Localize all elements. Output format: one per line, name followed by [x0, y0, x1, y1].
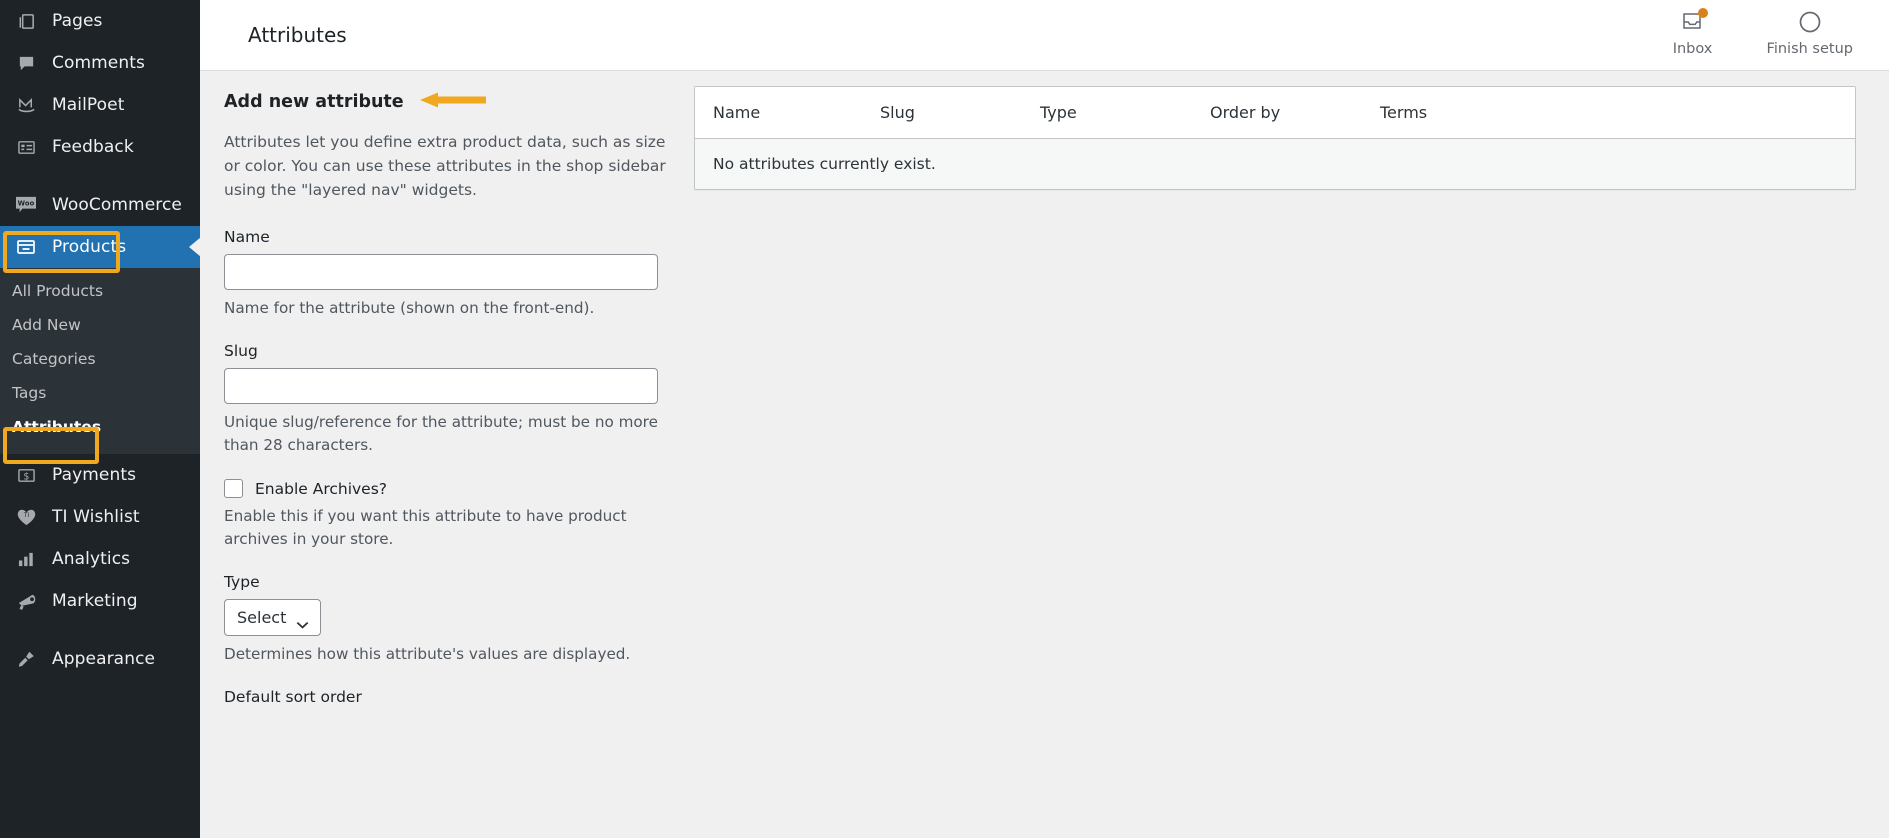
sidebar-item-mailpoet[interactable]: MailPoet	[0, 84, 200, 126]
type-field-label: Type	[224, 573, 260, 591]
sidebar-item-label: WooCommerce	[52, 195, 182, 215]
sidebar-item-label: TI Wishlist	[52, 507, 140, 527]
sidebar-item-label: Analytics	[52, 549, 131, 569]
attributes-table: Name Slug Type Order by Terms No attribu…	[695, 87, 1855, 189]
mailpoet-icon	[12, 94, 40, 116]
column-header-type[interactable]: Type	[1040, 87, 1210, 139]
sidebar-item-appearance[interactable]: Appearance	[0, 638, 200, 680]
chevron-down-icon	[296, 614, 309, 629]
name-input[interactable]	[224, 254, 658, 290]
svg-text:$: $	[23, 471, 29, 482]
sidebar-item-tags[interactable]: Tags	[0, 376, 200, 410]
wishlist-heart-icon: TI	[12, 506, 40, 528]
products-icon	[12, 236, 40, 258]
sidebar-item-comments[interactable]: Comments	[0, 42, 200, 84]
column-header-name[interactable]: Name	[695, 87, 880, 139]
top-bar: Attributes Inbox Finish setup	[200, 0, 1889, 71]
type-select[interactable]: Select	[224, 599, 322, 636]
appearance-brush-icon	[12, 648, 40, 670]
app-root: Pages Comments MailPoet Feedback Woo Woo…	[0, 0, 1889, 838]
inbox-notification-dot	[1697, 7, 1708, 18]
circle-progress-icon	[1796, 8, 1824, 36]
woocommerce-icon: Woo	[12, 194, 40, 216]
sidebar-item-add-new[interactable]: Add New	[0, 308, 200, 342]
column-header-order-by[interactable]: Order by	[1210, 87, 1380, 139]
attributes-table-head: Name Slug Type Order by Terms	[695, 87, 1855, 139]
inbox-button[interactable]: Inbox	[1663, 0, 1723, 57]
table-row-empty: No attributes currently exist.	[695, 138, 1855, 189]
sidebar-divider-gap	[0, 168, 200, 184]
sidebar-item-label: Appearance	[52, 649, 156, 669]
svg-text:TI: TI	[22, 513, 29, 519]
inbox-tray-icon	[1679, 7, 1708, 36]
type-select-value: Select	[237, 608, 287, 627]
enable-archives-help: Enable this if you want this attribute t…	[224, 507, 627, 548]
analytics-icon	[12, 548, 40, 570]
sidebar-item-label: MailPoet	[52, 95, 125, 115]
name-field-label: Name	[224, 228, 270, 246]
sidebar-item-label: Feedback	[52, 137, 134, 157]
type-field-help: Determines how this attribute's values a…	[224, 645, 631, 663]
sidebar-item-pages[interactable]: Pages	[0, 0, 200, 42]
slug-field-help: Unique slug/reference for the attribute;…	[224, 413, 658, 454]
topbar-actions: Inbox Finish setup	[1663, 0, 1889, 71]
products-submenu: All Products Add New Categories Tags Att…	[0, 268, 200, 454]
finish-setup-label: Finish setup	[1766, 40, 1853, 57]
sidebar-item-ti-wishlist[interactable]: TI TI Wishlist	[0, 496, 200, 538]
sidebar-item-label: Payments	[52, 465, 137, 485]
attributes-table-body: No attributes currently exist.	[695, 138, 1855, 189]
sidebar-item-marketing[interactable]: Marketing	[0, 580, 200, 622]
payments-icon: $	[12, 464, 40, 486]
slug-input[interactable]	[224, 368, 658, 404]
sidebar-item-feedback[interactable]: Feedback	[0, 126, 200, 168]
admin-sidebar: Pages Comments MailPoet Feedback Woo Woo…	[0, 0, 200, 838]
sidebar-item-payments[interactable]: $ Payments	[0, 454, 200, 496]
inbox-label: Inbox	[1672, 40, 1713, 57]
sidebar-divider-gap-2	[0, 622, 200, 638]
finish-setup-button[interactable]: Finish setup	[1767, 0, 1853, 57]
sidebar-item-analytics[interactable]: Analytics	[0, 538, 200, 580]
add-new-attribute-heading: Add new attribute	[224, 92, 404, 112]
comments-icon	[12, 52, 40, 74]
pages-icon	[12, 10, 40, 32]
section-header: Add new attribute	[224, 90, 694, 114]
column-header-terms[interactable]: Terms	[1380, 87, 1855, 139]
sidebar-item-label: Products	[52, 237, 127, 257]
sidebar-item-label: Pages	[52, 11, 103, 31]
name-field-help: Name for the attribute (shown on the fro…	[224, 299, 595, 317]
table-header-row: Name Slug Type Order by Terms	[695, 87, 1855, 139]
attributes-table-panel: Name Slug Type Order by Terms No attribu…	[694, 86, 1856, 190]
svg-text:Woo: Woo	[18, 199, 35, 207]
sidebar-item-label: Marketing	[52, 591, 138, 611]
column-header-slug[interactable]: Slug	[880, 87, 1040, 139]
content-area: Add new attribute Attributes let you def…	[200, 72, 1889, 838]
enable-archives-label: Enable Archives?	[255, 479, 388, 498]
active-arrow-indicator	[189, 237, 200, 257]
sidebar-item-label: Comments	[52, 53, 145, 73]
default-sort-order-label: Default sort order	[224, 688, 362, 706]
page-title: Attributes	[248, 23, 347, 47]
feedback-icon	[12, 136, 40, 158]
sidebar-item-all-products[interactable]: All Products	[0, 274, 200, 308]
sidebar-item-woocommerce[interactable]: Woo WooCommerce	[0, 184, 200, 226]
enable-archives-checkbox[interactable]	[224, 479, 243, 498]
sidebar-item-categories[interactable]: Categories	[0, 342, 200, 376]
enable-archives-row[interactable]: Enable Archives?	[224, 479, 694, 498]
empty-state-message: No attributes currently exist.	[695, 138, 1855, 189]
marketing-megaphone-icon	[12, 590, 40, 612]
attributes-description: Attributes let you define extra product …	[224, 133, 666, 199]
slug-field-label: Slug	[224, 342, 258, 360]
left-pointing-arrow-icon	[418, 90, 488, 114]
add-attribute-form: Add new attribute Attributes let you def…	[224, 90, 694, 714]
sidebar-item-products[interactable]: Products	[0, 226, 200, 268]
sidebar-item-attributes[interactable]: Attributes	[0, 410, 200, 444]
